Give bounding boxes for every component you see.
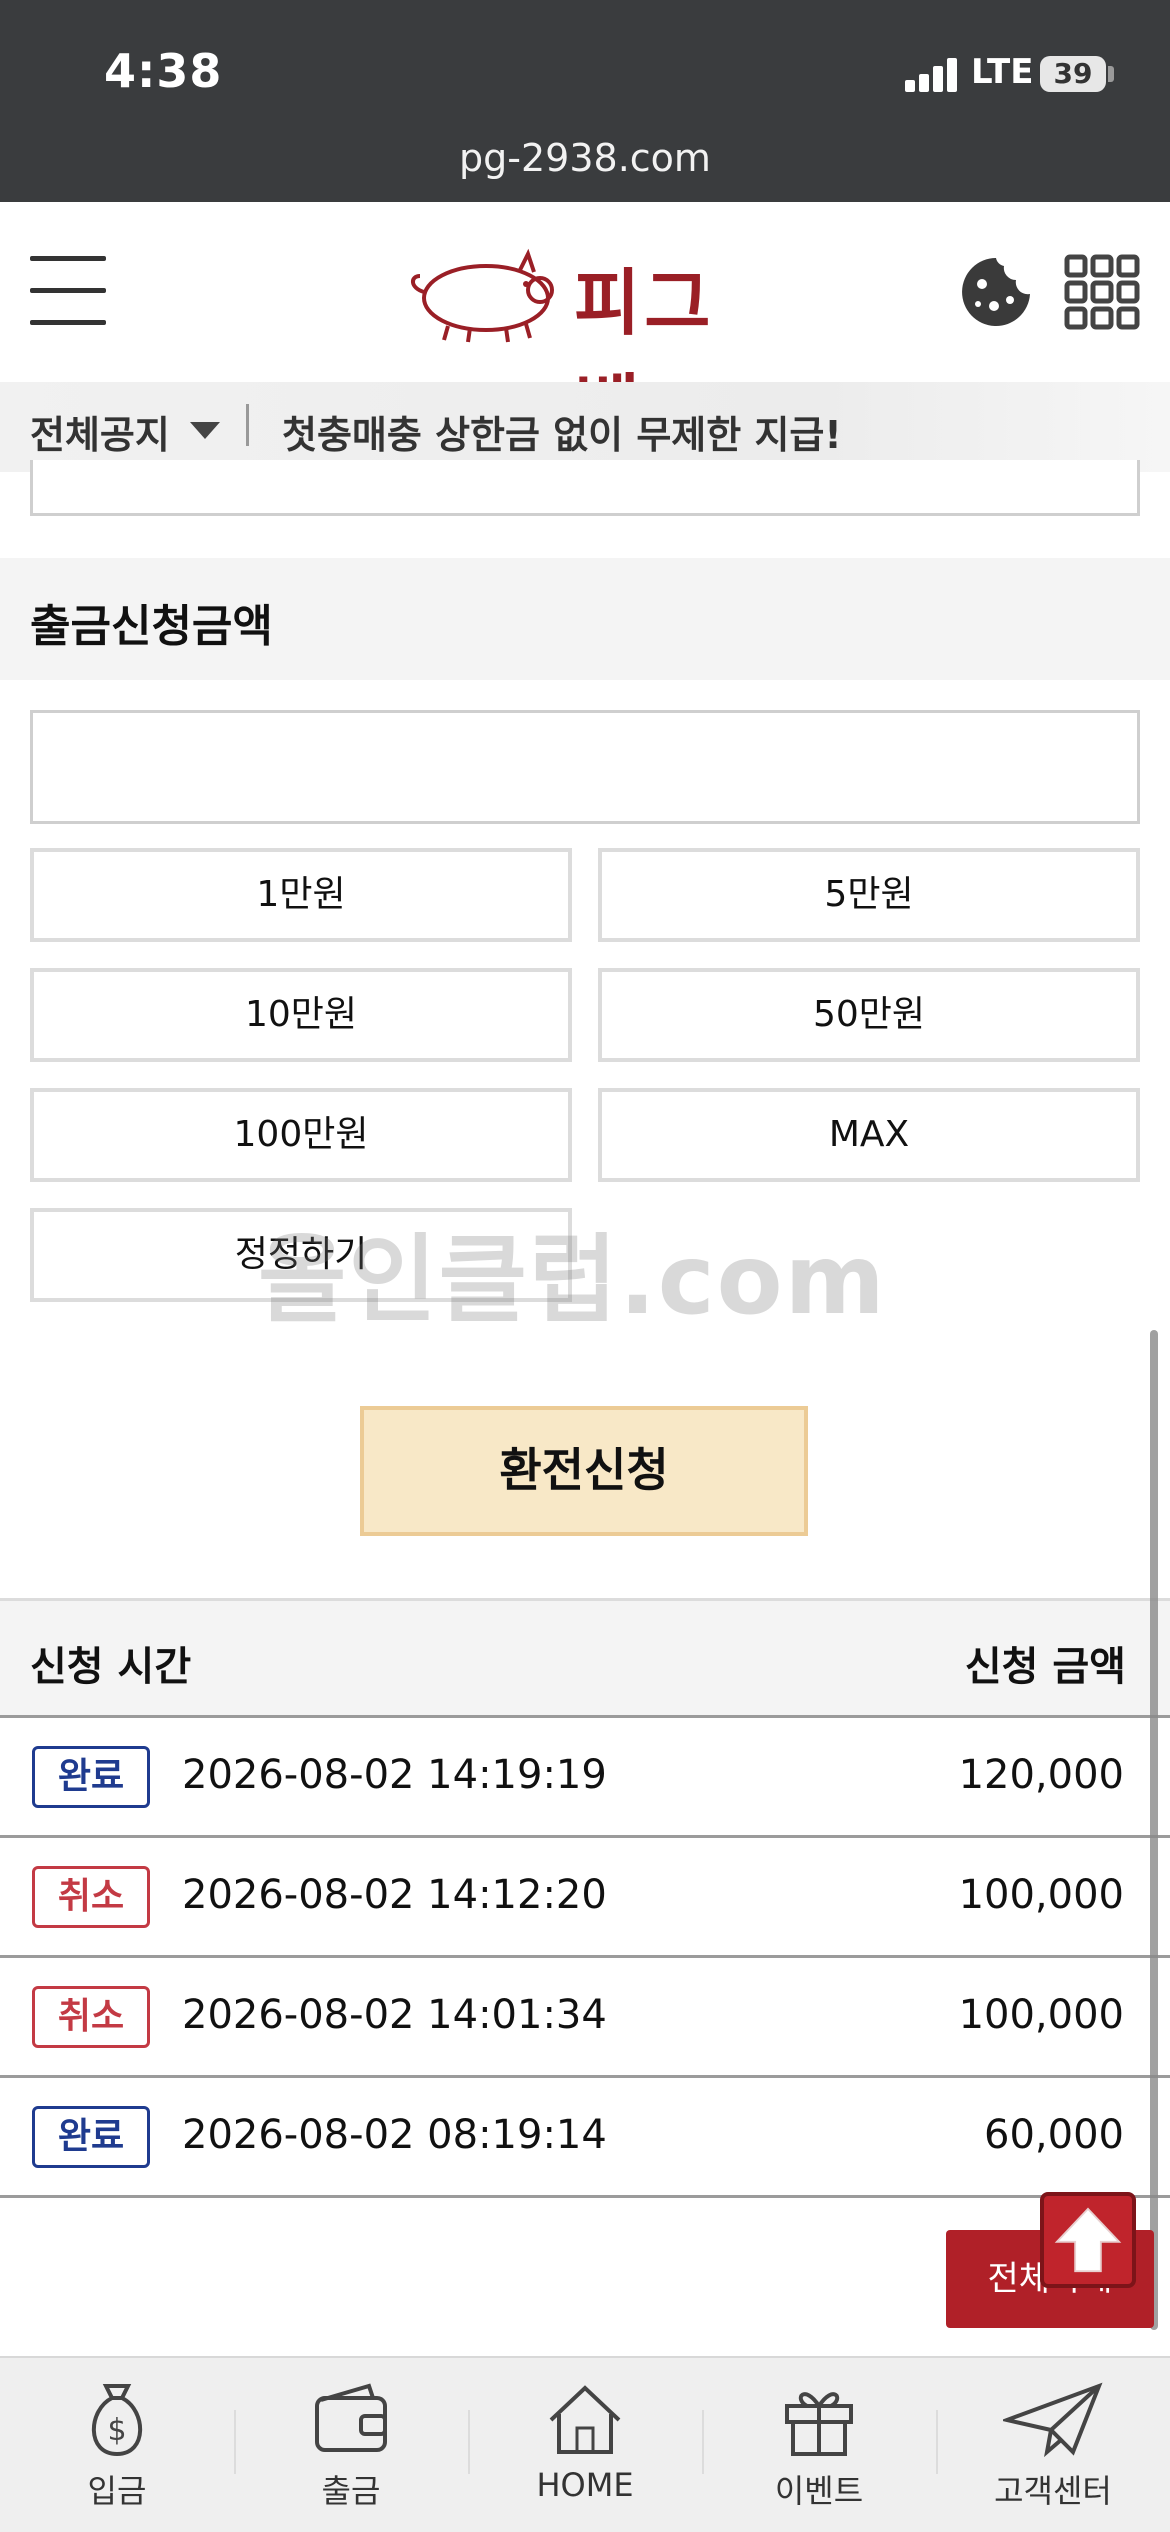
watermark: 올인클럽.com [258,1224,887,1336]
nav-item-withdraw[interactable]: 출금 [234,2380,468,2530]
home-icon [549,2385,621,2454]
table-row: 취소 2026-08-02 14:01:34 100,000 [0,1958,1170,2078]
status-badge: 취소 [32,1986,150,2048]
previous-field[interactable] [30,460,1140,516]
request-datetime: 2026-08-02 14:19:19 [182,1752,607,1798]
signal-icon [905,58,961,92]
request-amount: 100,000 [958,1872,1124,1918]
network-label: LTE [971,52,1034,92]
nav-label: 이벤트 [774,2472,864,2510]
quick-amount-button[interactable]: 100만원 [30,1088,572,1182]
table-row: 취소 2026-08-02 14:12:20 100,000 [0,1838,1170,1958]
column-header-time: 신청 시간 [30,1644,192,1690]
wallet-icon [315,2383,387,2452]
status-badge: 완료 [32,1746,150,1808]
notice-divider [246,404,249,446]
request-datetime: 2026-08-02 14:01:34 [182,1992,607,2038]
money-bag-icon: $ [91,2384,143,2457]
svg-text:$: $ [107,2413,126,2448]
request-amount: 60,000 [984,2112,1124,2158]
pig-logo-icon [411,248,554,343]
battery-tip [1108,66,1114,82]
status-badge: 완료 [32,2106,150,2168]
quick-amount-button[interactable]: 5만원 [598,848,1140,942]
status-badge: 취소 [32,1866,150,1928]
nav-label: 입금 [87,2472,147,2510]
cookie-icon[interactable] [958,254,1034,330]
exchange-submit-button[interactable]: 환전신청 [360,1406,808,1536]
url-bar[interactable]: pg-2938.com [0,136,1170,180]
table-row: 완료 2026-08-02 14:19:19 120,000 [0,1718,1170,1838]
column-header-amount: 신청 금액 [964,1644,1126,1690]
nav-label: 고객센터 [994,2472,1112,2510]
nav-label: 출금 [321,2472,381,2510]
quick-amount-button[interactable]: 1만원 [30,848,572,942]
withdraw-amount-input[interactable] [30,710,1140,824]
battery-icon: 39 [1040,56,1106,92]
caret-down-icon[interactable] [190,422,220,439]
scrollbar[interactable] [1150,1330,1158,2330]
quick-amount-button[interactable]: 50만원 [598,968,1140,1062]
scroll-top-icon[interactable] [1040,2192,1136,2288]
nav-item-home[interactable]: HOME [468,2380,702,2530]
request-datetime: 2026-08-02 08:19:14 [182,2112,607,2158]
paper-plane-icon [1003,2382,1103,2458]
quick-amount-button[interactable]: 10만원 [30,968,572,1062]
max-amount-button[interactable]: MAX [598,1088,1140,1182]
grid-menu-icon[interactable] [1064,254,1140,330]
nav-label: HOME [536,2466,634,2504]
notice-category[interactable]: 전체공지 [30,404,170,459]
nav-item-event[interactable]: 이벤트 [702,2380,936,2530]
request-amount: 120,000 [958,1752,1124,1798]
status-time: 4:38 [104,44,223,98]
site-logo[interactable]: 피그벳 [400,240,780,450]
notice-message[interactable]: 첫충매충 상한금 없이 무제한 지급! [282,404,842,459]
request-datetime: 2026-08-02 14:12:20 [182,1872,607,1918]
gift-icon [785,2392,853,2456]
request-amount: 100,000 [958,1992,1124,2038]
menu-icon[interactable] [30,256,106,326]
nav-item-support[interactable]: 고객센터 [936,2380,1170,2530]
section-title: 출금신청금액 [30,601,273,652]
nav-item-deposit[interactable]: $ 입금 [0,2380,234,2530]
table-row: 완료 2026-08-02 08:19:14 60,000 [0,2078,1170,2198]
notice-bar[interactable]: 전체공지 첫충매충 상한금 없이 무제한 지급! [0,382,1170,472]
